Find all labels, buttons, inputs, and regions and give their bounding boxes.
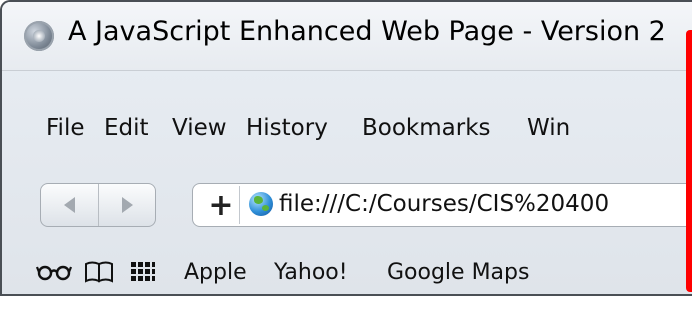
bookmark-google-maps[interactable]: Google Maps (387, 260, 529, 285)
browser-window: A JavaScript Enhanced Web Page - Version… (0, 0, 692, 296)
reading-list-icon[interactable] (36, 260, 72, 284)
window-title: A JavaScript Enhanced Web Page - Version… (68, 16, 666, 47)
highlight-border (686, 30, 692, 292)
menu-history[interactable]: History (246, 115, 328, 141)
back-button[interactable] (41, 184, 99, 226)
back-forward-group (40, 183, 156, 227)
forward-arrow-icon (122, 197, 133, 213)
menu-file[interactable]: File (46, 115, 85, 141)
address-bar[interactable]: + file:///C:/Courses/CIS%20400 (192, 183, 692, 227)
bookmark-apple[interactable]: Apple (184, 260, 247, 285)
menu-edit[interactable]: Edit (104, 115, 149, 141)
bookmarks-book-icon[interactable] (84, 260, 114, 284)
top-sites-grid-icon[interactable] (130, 260, 156, 284)
bookmarks-bar: Apple Yahoo! Google Maps (2, 250, 692, 294)
bookmark-yahoo[interactable]: Yahoo! (274, 260, 348, 285)
menu-bookmarks[interactable]: Bookmarks (362, 115, 491, 141)
title-bar: A JavaScript Enhanced Web Page - Version… (2, 2, 692, 71)
menu-window[interactable]: Win (527, 115, 570, 141)
add-bookmark-button[interactable]: + (203, 186, 240, 224)
globe-icon (249, 192, 273, 216)
forward-button[interactable] (99, 184, 156, 226)
navigation-toolbar: + file:///C:/Courses/CIS%20400 (2, 174, 692, 230)
menu-bar: File Edit View History Bookmarks Win (2, 102, 692, 152)
safari-compass-icon[interactable] (24, 21, 54, 51)
url-text[interactable]: file:///C:/Courses/CIS%20400 (279, 191, 609, 217)
menu-view[interactable]: View (172, 115, 227, 141)
back-arrow-icon (64, 197, 75, 213)
